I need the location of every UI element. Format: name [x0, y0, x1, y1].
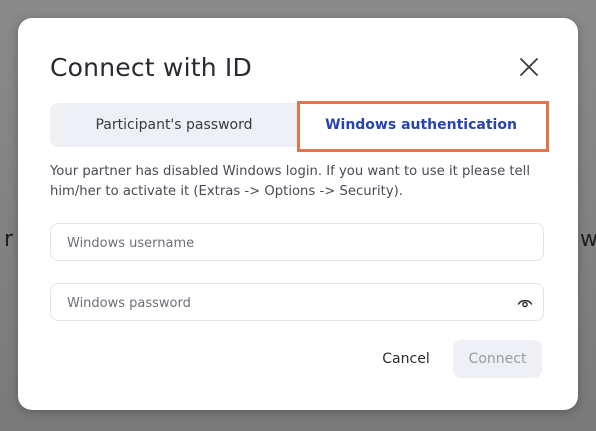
close-icon [520, 58, 538, 76]
cancel-button[interactable]: Cancel [368, 340, 444, 378]
show-password-button[interactable] [517, 295, 533, 309]
connect-dialog: Connect with ID Participant's password W… [18, 18, 578, 410]
dialog-title: Connect with ID [50, 53, 252, 82]
password-field [50, 283, 544, 322]
background-text-fragment-left: r [4, 227, 14, 252]
close-button[interactable] [516, 54, 542, 80]
tab-windows-authentication[interactable]: Windows authentication [298, 103, 544, 147]
eye-icon [517, 299, 533, 308]
auth-tabs: Participant's password Windows authentic… [50, 103, 544, 147]
connect-button[interactable]: Connect [453, 340, 542, 378]
windows-username-input[interactable] [65, 224, 499, 262]
background-text-fragment-right: w [580, 227, 596, 252]
username-field [50, 223, 544, 262]
tab-participant-password[interactable]: Participant's password [50, 103, 298, 147]
info-message: Your partner has disabled Windows login.… [50, 164, 530, 199]
windows-password-input[interactable] [65, 284, 499, 322]
